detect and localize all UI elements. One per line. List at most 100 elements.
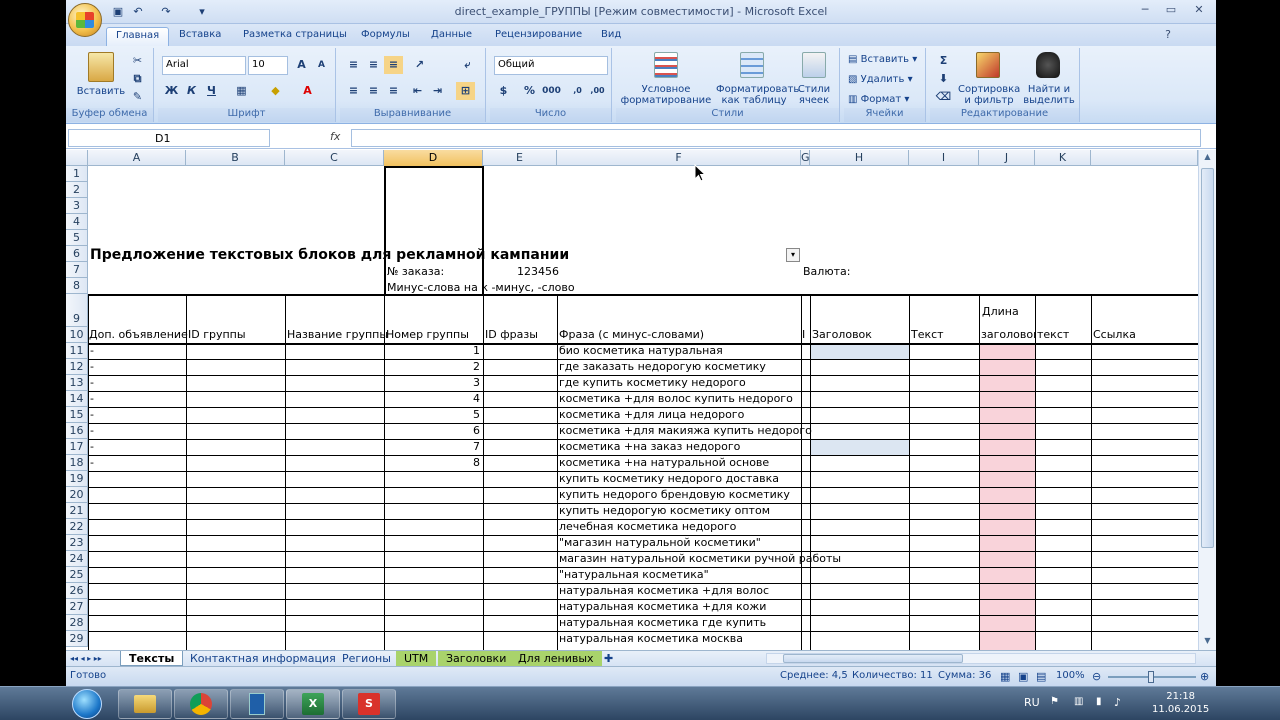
- language-indicator[interactable]: RU: [1024, 696, 1040, 709]
- cell-ad[interactable]: -: [90, 375, 94, 391]
- number-format-select[interactable]: Общий: [494, 56, 608, 75]
- tray-network-icon[interactable]: ▥: [1074, 696, 1083, 707]
- decrease-indent-icon[interactable]: ⇤: [408, 82, 427, 100]
- row-header[interactable]: 19: [66, 471, 88, 487]
- format-table-button[interactable]: Форматировать как таблицу: [716, 84, 799, 106]
- decrease-decimal-icon[interactable]: ,00: [588, 82, 607, 100]
- header-len-text[interactable]: текст: [1037, 327, 1069, 343]
- cell-phrase[interactable]: натуральная косметика где купить: [559, 615, 766, 631]
- cell-phrase[interactable]: "магазин натуральной косметики": [559, 535, 761, 551]
- col-header[interactable]: K: [1035, 150, 1091, 166]
- vertical-scrollbar[interactable]: ▲ ▼: [1198, 150, 1216, 650]
- cell-phrase[interactable]: косметика +для лица недорого: [559, 407, 744, 423]
- sheet-title[interactable]: Предложение текстовых блоков для рекламн…: [90, 246, 569, 264]
- cell-ad[interactable]: -: [90, 359, 94, 375]
- cell-ad[interactable]: -: [90, 407, 94, 423]
- row-header[interactable]: 25: [66, 567, 88, 583]
- tab-data[interactable]: Данные: [422, 27, 481, 46]
- header-phrase-id[interactable]: ID фразы: [485, 327, 538, 343]
- sort-filter-button[interactable]: Сортировка и фильтр: [958, 84, 1020, 106]
- sheet-tab[interactable]: Регионы: [334, 651, 399, 666]
- scroll-up-icon[interactable]: ▲: [1201, 152, 1214, 164]
- find-select-icon[interactable]: [1036, 52, 1060, 78]
- row-header[interactable]: 2: [66, 182, 88, 198]
- cut-icon[interactable]: ✂: [128, 52, 147, 70]
- normal-view-icon[interactable]: ▦: [1000, 670, 1010, 683]
- col-header[interactable]: E: [483, 150, 557, 166]
- paste-icon[interactable]: [88, 52, 114, 82]
- hscroll-thumb[interactable]: [783, 654, 963, 663]
- col-header[interactable]: I: [909, 150, 979, 166]
- row-header[interactable]: 23: [66, 535, 88, 551]
- cell-ad[interactable]: -: [90, 343, 94, 359]
- insert-sheet-icon[interactable]: ✚: [596, 651, 621, 666]
- align-bottom-icon[interactable]: ≡: [384, 56, 403, 74]
- cell-phrase[interactable]: купить косметику недорого доставка: [559, 471, 779, 487]
- tab-home[interactable]: Главная: [106, 27, 170, 46]
- row-header[interactable]: 26: [66, 583, 88, 599]
- scroll-thumb[interactable]: [1201, 168, 1214, 548]
- row-header[interactable]: 6: [66, 246, 88, 262]
- cell-group-num[interactable]: 7: [384, 439, 480, 455]
- row-header[interactable]: 8: [66, 278, 88, 294]
- row-header[interactable]: 4: [66, 214, 88, 230]
- zoom-in-icon[interactable]: ⊕: [1200, 670, 1209, 683]
- worksheet-grid[interactable]: A B C D E F G H I J K 1 2 3 4 5 6 7 8 9 10 11 12 13 1…: [66, 150, 1216, 650]
- tab-review[interactable]: Рецензирование: [486, 27, 591, 46]
- tab-formulas[interactable]: Формулы: [352, 27, 419, 46]
- header-group-id[interactable]: ID группы: [188, 327, 246, 343]
- row-header[interactable]: 7: [66, 262, 88, 278]
- insert-cells-button[interactable]: ▤ Вставить ▾: [848, 54, 917, 65]
- row-header[interactable]: 1: [66, 166, 88, 182]
- row-header[interactable]: 10: [66, 327, 88, 343]
- sheet-nav-icon[interactable]: ◂◂ ◂ ▸ ▸▸: [66, 651, 106, 666]
- currency-icon[interactable]: $: [494, 82, 513, 100]
- cell-phrase[interactable]: купить недорого брендовую косметику: [559, 487, 790, 503]
- cell-styles-icon[interactable]: [802, 52, 826, 78]
- insert-function-icon[interactable]: fx: [330, 130, 340, 143]
- tray-volume-icon[interactable]: ♪: [1114, 696, 1121, 709]
- copy-icon[interactable]: ⧉: [128, 70, 147, 88]
- office-button[interactable]: [68, 3, 102, 37]
- cell-phrase[interactable]: натуральная косметика москва: [559, 631, 743, 647]
- order-label[interactable]: № заказа:: [387, 264, 444, 280]
- excel-taskbar-icon[interactable]: X: [286, 689, 340, 719]
- borders-icon[interactable]: ▦: [232, 82, 251, 100]
- comma-style-icon[interactable]: 000: [542, 82, 561, 100]
- cell-group-num[interactable]: 5: [384, 407, 480, 423]
- tab-insert[interactable]: Вставка: [170, 27, 230, 46]
- horizontal-scrollbar[interactable]: [766, 653, 1196, 664]
- row-header[interactable]: 29: [66, 631, 88, 647]
- delete-cells-button[interactable]: ▧ Удалить ▾: [848, 74, 913, 85]
- row-header[interactable]: 17: [66, 439, 88, 455]
- tab-page-layout[interactable]: Разметка страницы: [234, 27, 356, 46]
- tray-signal-icon[interactable]: ▮: [1096, 696, 1102, 707]
- align-top-icon[interactable]: ≡: [344, 56, 363, 74]
- cell-group-num[interactable]: 6: [384, 423, 480, 439]
- explorer-taskbar-icon[interactable]: [118, 689, 172, 719]
- row-header[interactable]: 27: [66, 599, 88, 615]
- header-group-num[interactable]: Номер группы: [386, 327, 469, 343]
- bold-icon[interactable]: Ж: [162, 82, 181, 100]
- cell-phrase[interactable]: косметика +на натуральной основе: [559, 455, 769, 471]
- wrap-text-icon[interactable]: ⤶: [458, 56, 477, 74]
- cell-phrase[interactable]: косметика +на заказ недорого: [559, 439, 740, 455]
- cell-phrase[interactable]: био косметика натуральная: [559, 343, 723, 359]
- zoom-slider-thumb[interactable]: [1148, 671, 1154, 683]
- row-header[interactable]: 13: [66, 375, 88, 391]
- format-cells-button[interactable]: ▥ Формат ▾: [848, 94, 909, 105]
- align-left-icon[interactable]: ≡: [344, 82, 363, 100]
- row-header[interactable]: 28: [66, 615, 88, 631]
- align-right-icon[interactable]: ≡: [384, 82, 403, 100]
- col-header[interactable]: F: [557, 150, 801, 166]
- col-header[interactable]: C: [285, 150, 384, 166]
- row-header[interactable]: 11: [66, 343, 88, 359]
- col-header[interactable]: H: [810, 150, 909, 166]
- cell-phrase[interactable]: где купить косметику недорого: [559, 375, 746, 391]
- increase-decimal-icon[interactable]: ,0: [568, 82, 587, 100]
- sheet-tab[interactable]: Заголовки: [438, 651, 515, 666]
- header-len-title[interactable]: заголовок: [981, 327, 1035, 343]
- format-painter-icon[interactable]: ✎: [128, 88, 147, 106]
- cell-ad[interactable]: -: [90, 439, 94, 455]
- sheet-tab[interactable]: Тексты: [120, 651, 184, 666]
